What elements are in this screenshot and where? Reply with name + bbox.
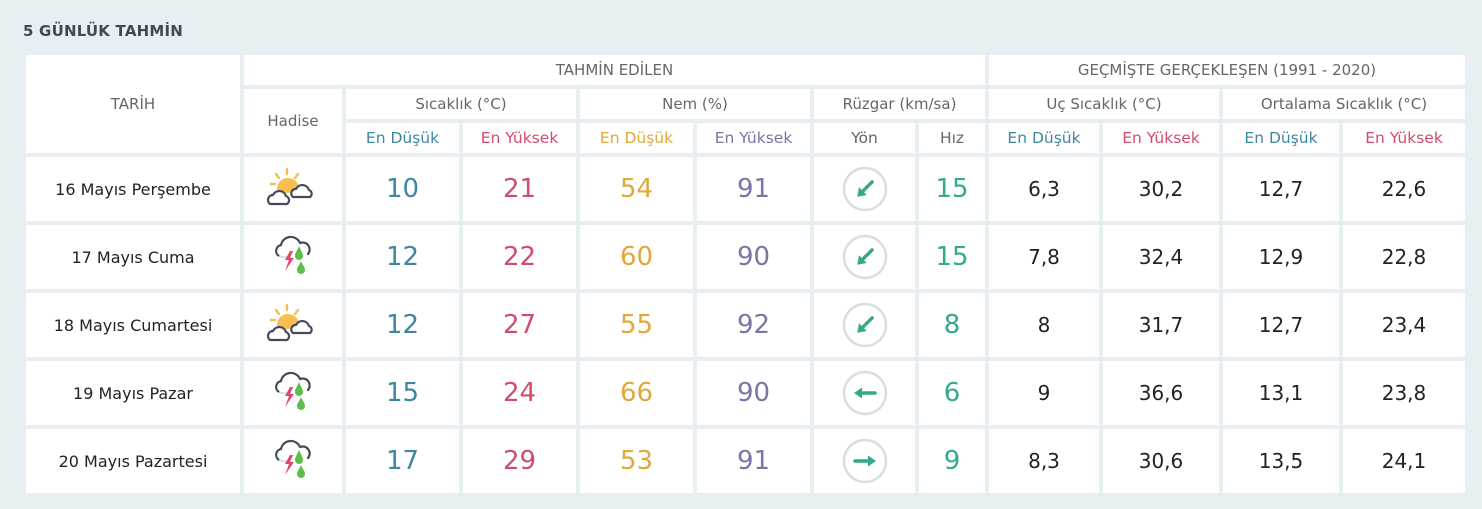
avg-high-cell: 22,8 [1343, 225, 1465, 289]
wind-speed-cell: 15 [919, 157, 985, 221]
header-humidity: Nem (%) [580, 89, 810, 119]
humidity-low-cell: 66 [580, 361, 693, 425]
header-history-group: GEÇMİŞTE GERÇEKLEŞEN (1991 - 2020) [989, 55, 1465, 85]
wind-speed-cell: 8 [919, 293, 985, 357]
avg-low-cell: 13,1 [1223, 361, 1339, 425]
temp-low-cell: 12 [346, 225, 459, 289]
header-forecast-group: TAHMİN EDİLEN [244, 55, 985, 85]
wind-speed-cell: 6 [919, 361, 985, 425]
event-cell [244, 429, 342, 493]
date-cell: 16 Mayıs Perşembe [26, 157, 240, 221]
temp-high-cell: 22 [463, 225, 576, 289]
extreme-high-cell: 32,4 [1103, 225, 1219, 289]
wind-direction-icon [841, 165, 889, 213]
wind-direction-icon [841, 233, 889, 281]
temp-low-cell: 10 [346, 157, 459, 221]
header-temp-low: En Düşük [346, 123, 459, 153]
humidity-high-cell: 92 [697, 293, 810, 357]
wind-direction-icon [841, 301, 889, 349]
forecast-row: 17 Mayıs Cuma 12 22 60 90 15 7,8 32,4 12… [26, 225, 1465, 289]
section-title: 5 GÜNLÜK TAHMİN [23, 22, 184, 40]
humidity-low-cell: 54 [580, 157, 693, 221]
wind-direction-cell [814, 361, 915, 425]
event-cell [244, 293, 342, 357]
extreme-high-cell: 36,6 [1103, 361, 1219, 425]
header-avg-low: En Düşük [1223, 123, 1339, 153]
header-hum-low: En Düşük [580, 123, 693, 153]
extreme-high-cell: 30,2 [1103, 157, 1219, 221]
avg-low-cell: 12,7 [1223, 157, 1339, 221]
temp-high-cell: 27 [463, 293, 576, 357]
humidity-high-cell: 91 [697, 157, 810, 221]
forecast-table: TARİH TAHMİN EDİLEN GEÇMİŞTE GERÇEKLEŞEN… [22, 51, 1469, 497]
humidity-low-cell: 55 [580, 293, 693, 357]
event-cell [244, 225, 342, 289]
thunderstorm-rain-icon [265, 234, 321, 280]
date-cell: 18 Mayıs Cumartesi [26, 293, 240, 357]
header-wind-direction: Yön [814, 123, 915, 153]
humidity-low-cell: 53 [580, 429, 693, 493]
temp-low-cell: 12 [346, 293, 459, 357]
temp-high-cell: 21 [463, 157, 576, 221]
date-cell: 20 Mayıs Pazartesi [26, 429, 240, 493]
avg-high-cell: 23,8 [1343, 361, 1465, 425]
extreme-low-cell: 7,8 [989, 225, 1099, 289]
humidity-low-cell: 60 [580, 225, 693, 289]
humidity-high-cell: 90 [697, 361, 810, 425]
header-temperature: Sıcaklık (°C) [346, 89, 576, 119]
thunderstorm-rain-icon [265, 438, 321, 484]
temp-low-cell: 17 [346, 429, 459, 493]
header-avg-temp: Ortalama Sıcaklık (°C) [1223, 89, 1465, 119]
extreme-low-cell: 8,3 [989, 429, 1099, 493]
header-ext-high: En Yüksek [1103, 123, 1219, 153]
humidity-high-cell: 91 [697, 429, 810, 493]
forecast-row: 16 Mayıs Perşembe 10 21 54 91 15 6,3 30,… [26, 157, 1465, 221]
partly-cloudy-icon [265, 166, 321, 212]
header-wind: Rüzgar (km/sa) [814, 89, 985, 119]
avg-low-cell: 13,5 [1223, 429, 1339, 493]
date-cell: 17 Mayıs Cuma [26, 225, 240, 289]
avg-high-cell: 23,4 [1343, 293, 1465, 357]
partly-cloudy-icon [265, 302, 321, 348]
header-ext-low: En Düşük [989, 123, 1099, 153]
wind-direction-cell [814, 225, 915, 289]
temp-high-cell: 29 [463, 429, 576, 493]
wind-direction-cell [814, 293, 915, 357]
wind-direction-cell [814, 157, 915, 221]
wind-direction-icon [841, 369, 889, 417]
extreme-low-cell: 8 [989, 293, 1099, 357]
avg-low-cell: 12,9 [1223, 225, 1339, 289]
temp-low-cell: 15 [346, 361, 459, 425]
extreme-low-cell: 9 [989, 361, 1099, 425]
header-event: Hadise [244, 89, 342, 153]
forecast-row: 18 Mayıs Cumartesi 12 27 55 92 8 8 31,7 … [26, 293, 1465, 357]
temp-high-cell: 24 [463, 361, 576, 425]
wind-speed-cell: 9 [919, 429, 985, 493]
forecast-row: 20 Mayıs Pazartesi 17 29 53 91 9 8,3 30,… [26, 429, 1465, 493]
avg-high-cell: 24,1 [1343, 429, 1465, 493]
extreme-high-cell: 31,7 [1103, 293, 1219, 357]
header-temp-high: En Yüksek [463, 123, 576, 153]
date-cell: 19 Mayıs Pazar [26, 361, 240, 425]
extreme-low-cell: 6,3 [989, 157, 1099, 221]
header-extreme-temp: Uç Sıcaklık (°C) [989, 89, 1219, 119]
header-wind-speed: Hız [919, 123, 985, 153]
avg-high-cell: 22,6 [1343, 157, 1465, 221]
thunderstorm-rain-icon [265, 370, 321, 416]
wind-direction-cell [814, 429, 915, 493]
avg-low-cell: 12,7 [1223, 293, 1339, 357]
event-cell [244, 157, 342, 221]
humidity-high-cell: 90 [697, 225, 810, 289]
event-cell [244, 361, 342, 425]
forecast-row: 19 Mayıs Pazar 15 24 66 90 6 9 36,6 13,1… [26, 361, 1465, 425]
header-hum-high: En Yüksek [697, 123, 810, 153]
wind-direction-icon [841, 437, 889, 485]
header-avg-high: En Yüksek [1343, 123, 1465, 153]
extreme-high-cell: 30,6 [1103, 429, 1219, 493]
header-date: TARİH [26, 55, 240, 153]
wind-speed-cell: 15 [919, 225, 985, 289]
